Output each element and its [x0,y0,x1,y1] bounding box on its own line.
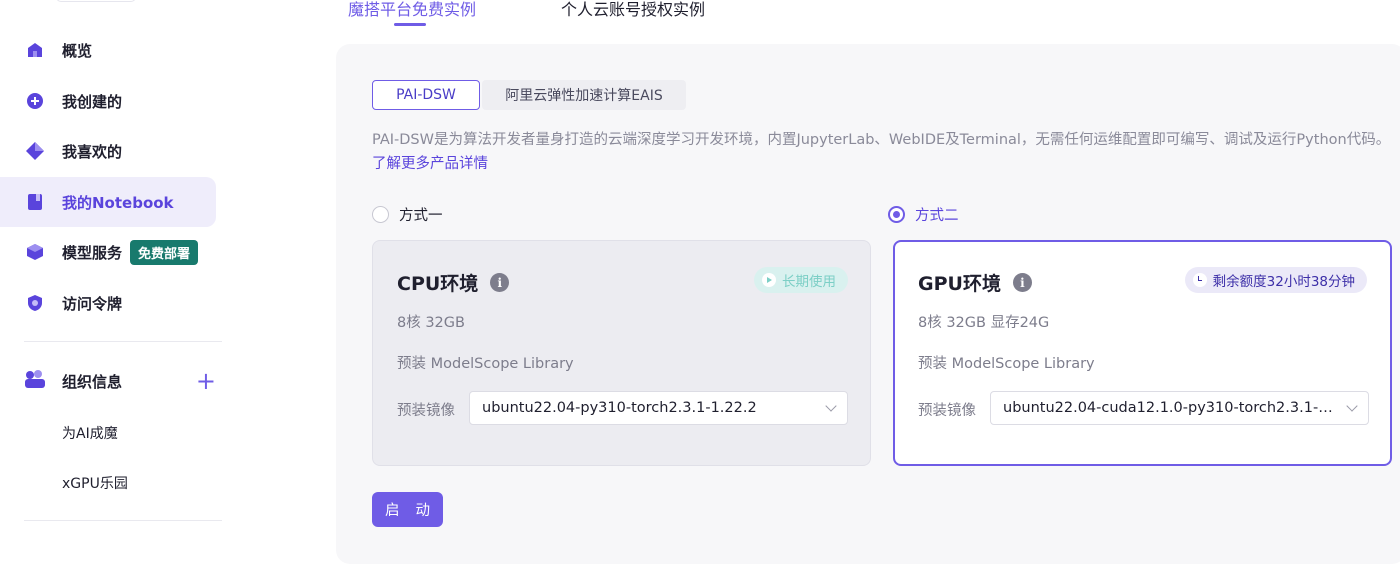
sidebar-divider [24,520,222,521]
diamond-icon [24,140,46,162]
image-label: 预装镜像 [397,403,455,419]
free-deploy-badge: 免费部署 [130,239,199,265]
chevron-down-icon [1346,400,1358,412]
sidebar-item-label: 我的Notebook [62,193,174,212]
segment-pai-dsw[interactable]: PAI-DSW [372,80,480,110]
long-term-tag: 长期使用 [754,267,848,293]
org-icon [24,369,46,393]
radio-label: 方式一 [399,208,443,224]
image-label: 预装镜像 [918,403,976,419]
radio-option-2[interactable]: 方式二 [888,204,959,225]
shield-icon [24,292,46,314]
radio-option-1[interactable]: 方式一 [372,204,443,225]
active-tab-indicator [394,23,426,26]
sidebar-item-created[interactable]: 我创建的 [0,76,216,126]
segment-eais[interactable]: 阿里云弹性加速计算EAIS [482,80,686,110]
remaining-quota-tag: 剩余额度32小时38分钟 [1184,267,1367,293]
image-select[interactable]: ubuntu22.04-cuda12.1.0-py310-torch2.3.1-… [990,391,1369,425]
card-title-text: GPU环境 [918,273,1001,295]
tab-modelscope-free-instance[interactable]: 魔搭平台免费实例 [348,0,476,20]
tag-text: 长期使用 [782,274,836,290]
learn-more-link[interactable]: 了解更多产品详情 [372,156,488,172]
image-select[interactable]: ubuntu22.04-py310-torch2.3.1-1.22.2 [469,391,848,425]
sidebar-item-overview[interactable]: 概览 [0,25,216,75]
sidebar-top-pill [56,0,136,2]
product-description: PAI-DSW是为算法开发者量身打造的云端深度学习开发环境，内置JupyterL… [372,128,1400,176]
plus-circle-icon [24,90,46,112]
sidebar: 概览 我创建的 我喜欢的 我的Notebook 模型服务 免费部署 访问令牌 组… [0,0,240,549]
org-info-label: 组织信息 [62,372,123,391]
card-spec: 8核 32GB [397,315,465,331]
description-text: PAI-DSW是为算法开发者量身打造的云端深度学习开发环境，内置JupyterL… [372,132,1391,148]
sidebar-divider [24,341,222,342]
sidebar-item-model-service[interactable]: 模型服务 免费部署 [0,227,216,277]
card-title: CPU环境 i [397,269,510,296]
clock-icon [1192,273,1207,287]
card-title: GPU环境 i [918,269,1032,296]
notebook-icon [24,191,46,213]
org-item[interactable]: 为AI成魔 [62,423,118,443]
card-title-text: CPU环境 [397,273,479,295]
sidebar-item-label: 我创建的 [62,92,123,111]
sidebar-item-label: 访问令牌 [62,294,123,313]
radio-label: 方式二 [915,208,959,224]
gpu-environment-card[interactable]: GPU环境 i 剩余额度32小时38分钟 8核 32GB 显存24G 预装 Mo… [893,240,1392,466]
sidebar-item-access-token[interactable]: 访问令牌 [0,278,216,328]
sidebar-item-label: 概览 [62,41,93,60]
card-library: 预装 ModelScope Library [397,356,574,372]
org-item[interactable]: xGPU乐园 [62,473,128,493]
image-select-value: ubuntu22.04-py310-torch2.3.1-1.22.2 [482,400,757,416]
image-select-value: ubuntu22.04-cuda12.1.0-py310-torch2.3.1-… [1003,400,1338,416]
add-org-button[interactable]: + [196,369,216,393]
home-icon [24,39,46,61]
sidebar-item-label: 模型服务 [62,243,123,262]
card-spec: 8核 32GB 显存24G [918,315,1050,331]
org-info-header: 组织信息 + [24,366,216,396]
chevron-down-icon [825,400,837,412]
radio-button[interactable] [372,206,389,223]
radio-button[interactable] [888,206,905,223]
tag-text: 剩余额度32小时38分钟 [1212,274,1355,290]
cube-icon [24,241,46,263]
play-icon [762,273,776,287]
cpu-environment-card[interactable]: CPU环境 i 长期使用 8核 32GB 预装 ModelScope Libra… [372,240,871,466]
start-button[interactable]: 启 动 [372,492,443,527]
tab-personal-cloud-instance[interactable]: 个人云账号授权实例 [561,0,705,20]
info-icon[interactable]: i [1012,273,1032,292]
card-library: 预装 ModelScope Library [918,356,1095,372]
sidebar-item-notebook[interactable]: 我的Notebook [0,177,216,227]
info-icon[interactable]: i [490,273,510,292]
sidebar-item-label: 我喜欢的 [62,142,123,161]
sidebar-item-liked[interactable]: 我喜欢的 [0,126,216,176]
